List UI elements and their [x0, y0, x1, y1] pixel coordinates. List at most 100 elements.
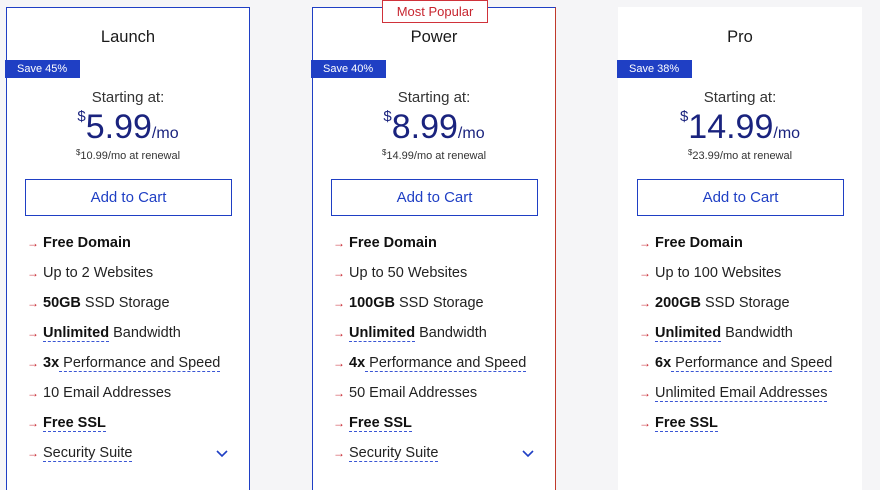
feature-list: → Free Domain → Up to 100 Websites → 200GB …: [639, 233, 851, 443]
feature-item: → 4x Performance and Speed: [333, 353, 545, 375]
feature-item: → Up to 100 Websites: [639, 263, 851, 285]
arrow-right-icon: →: [333, 296, 345, 310]
arrow-right-icon: →: [27, 236, 39, 250]
feature-bold: 50GB: [43, 295, 81, 311]
arrow-right-icon: →: [639, 356, 651, 370]
renewal-text: 23.99/mo at renewal: [692, 150, 793, 162]
starting-at-label: Starting at:: [397, 89, 471, 106]
feature-tooltip-trigger[interactable]: Security Suite: [349, 445, 439, 462]
price-currency: $: [77, 108, 86, 125]
save-badge: Save 38%: [617, 60, 693, 78]
add-to-cart-button[interactable]: Add to Cart: [25, 179, 232, 216]
arrow-right-icon: →: [639, 386, 651, 400]
arrow-right-icon: →: [333, 356, 345, 370]
starting-at-label: Starting at:: [91, 89, 165, 106]
feature-bold: Free Domain: [349, 235, 437, 251]
feature-tooltip-trigger[interactable]: Security Suite: [43, 445, 133, 462]
arrow-right-icon: →: [27, 326, 39, 340]
arrow-right-icon: →: [27, 296, 39, 310]
feature-item: → Free SSL: [639, 413, 851, 435]
feature-bold: 200GB: [655, 295, 701, 311]
renewal-text: 10.99/mo at renewal: [80, 150, 181, 162]
save-badge: Save 45%: [5, 60, 81, 78]
feature-bold: 100GB: [349, 295, 395, 311]
price-currency: $: [383, 108, 392, 125]
save-badge: Save 40%: [311, 60, 387, 78]
arrow-right-icon: →: [27, 446, 39, 460]
starting-at-label: Starting at:: [703, 89, 777, 106]
feature-item: → Up to 50 Websites: [333, 263, 545, 285]
feature-item: → Unlimited Bandwidth: [27, 323, 239, 345]
feature-tooltip-trigger[interactable]: Performance and Speed: [59, 355, 221, 372]
chevron-down-icon[interactable]: [521, 446, 535, 460]
price-amount: 8.99: [391, 108, 458, 146]
feature-bold: 4x: [349, 355, 366, 371]
arrow-right-icon: →: [639, 296, 651, 310]
arrow-right-icon: →: [333, 326, 345, 340]
feature-item: → Free SSL: [333, 413, 545, 435]
renewal-text: 14.99/mo at renewal: [386, 150, 487, 162]
feature-item: → Free Domain: [27, 233, 239, 255]
feature-item: → Unlimited Bandwidth: [639, 323, 851, 345]
feature-tooltip-trigger[interactable]: Free SSL: [655, 415, 718, 432]
price-amount: 5.99: [85, 108, 152, 146]
feature-item: → Unlimited Bandwidth: [333, 323, 545, 345]
feature-tooltip-trigger[interactable]: Unlimited: [349, 325, 416, 342]
feature-item: → Free Domain: [333, 233, 545, 255]
feature-item: → Free Domain: [639, 233, 851, 255]
add-to-cart-button[interactable]: Add to Cart: [331, 179, 538, 216]
feature-text: Up to 100 Websites: [655, 265, 782, 281]
arrow-right-icon: →: [639, 326, 651, 340]
arrow-right-icon: →: [27, 386, 39, 400]
price: $5.99/mo: [7, 108, 249, 147]
feature-text: 10 Email Addresses: [43, 385, 172, 401]
feature-tooltip-trigger[interactable]: Performance and Speed: [365, 355, 527, 372]
arrow-right-icon: →: [639, 236, 651, 250]
plan-name: Launch: [100, 28, 156, 46]
feature-text: Up to 50 Websites: [349, 265, 468, 281]
arrow-right-icon: →: [333, 386, 345, 400]
feature-item: → 200GB SSD Storage: [639, 293, 851, 315]
plan-card-launch: Launch Save 45% Starting at: $5.99/mo $1…: [5, 7, 250, 490]
renewal-price: $10.99/mo at renewal: [7, 148, 249, 162]
arrow-right-icon: →: [27, 356, 39, 370]
feature-item: → Unlimited Email Addresses: [639, 383, 851, 405]
feature-text: 50 Email Addresses: [349, 385, 478, 401]
price: $14.99/mo: [619, 108, 861, 147]
feature-bold: Free Domain: [655, 235, 743, 251]
feature-tooltip-trigger[interactable]: Performance and Speed: [671, 355, 833, 372]
price-amount: 14.99: [688, 108, 774, 146]
feature-item: → 6x Performance and Speed: [639, 353, 851, 375]
feature-tooltip-trigger[interactable]: Unlimited Email Addresses: [655, 385, 828, 402]
feature-bold: 3x: [43, 355, 60, 371]
arrow-right-icon: →: [27, 416, 39, 430]
feature-item-expandable[interactable]: → Security Suite: [333, 443, 545, 465]
feature-text: Up to 2 Websites: [43, 265, 154, 281]
arrow-right-icon: →: [333, 236, 345, 250]
feature-item: → 50 Email Addresses: [333, 383, 545, 405]
plan-card-power: Most Popular Power Save 40% Starting at:…: [311, 0, 556, 490]
feature-item-expandable[interactable]: → Security Suite: [27, 443, 239, 465]
plan-name: Pro: [727, 28, 753, 46]
feature-item: → Up to 2 Websites: [27, 263, 239, 285]
chevron-down-icon[interactable]: [215, 446, 229, 460]
plan-name: Power: [410, 28, 458, 46]
feature-tooltip-trigger[interactable]: Free SSL: [349, 415, 412, 432]
plan-card-pro: Pro Save 38% Starting at: $14.99/mo $23.…: [617, 7, 862, 490]
arrow-right-icon: →: [333, 266, 345, 280]
arrow-right-icon: →: [639, 266, 651, 280]
feature-tooltip-trigger[interactable]: Unlimited: [43, 325, 110, 342]
add-to-cart-button[interactable]: Add to Cart: [637, 179, 844, 216]
feature-tooltip-trigger[interactable]: Free SSL: [43, 415, 106, 432]
feature-tooltip-trigger[interactable]: Unlimited: [655, 325, 722, 342]
feature-list: → Free Domain → Up to 2 Websites → 50GB SSD…: [27, 233, 239, 473]
feature-item: → 10 Email Addresses: [27, 383, 239, 405]
most-popular-badge: Most Popular: [382, 0, 488, 23]
arrow-right-icon: →: [333, 416, 345, 430]
arrow-right-icon: →: [333, 446, 345, 460]
feature-item: → 50GB SSD Storage: [27, 293, 239, 315]
feature-bold: Free Domain: [43, 235, 131, 251]
feature-bold: 6x: [655, 355, 672, 371]
renewal-price: $23.99/mo at renewal: [619, 148, 861, 162]
renewal-price: $14.99/mo at renewal: [313, 148, 555, 162]
